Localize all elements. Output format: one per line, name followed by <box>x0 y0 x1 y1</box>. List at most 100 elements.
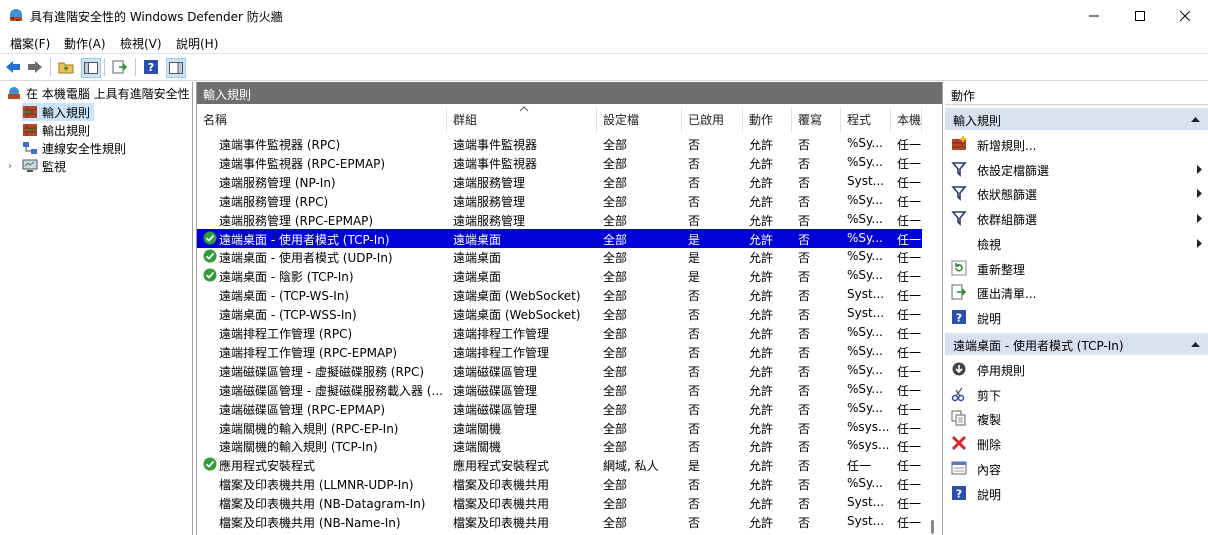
action-item-label: 說明 <box>977 487 1002 502</box>
column-header-name[interactable]: 名稱 <box>197 108 447 132</box>
menu-action[interactable]: 動作(A) <box>64 35 106 52</box>
action-item[interactable]: 內容 <box>945 456 1208 480</box>
help-button[interactable]: ? <box>142 58 160 76</box>
rules-pane-title: 輸入規則 <box>203 88 252 102</box>
forward-button[interactable] <box>26 58 44 76</box>
rule-group-cell: 遠端桌面 <box>453 270 502 285</box>
action-item[interactable]: 檢視 <box>945 231 1208 255</box>
tree-item-connection-security[interactable]: 連線安全性規則 <box>22 139 126 157</box>
close-button[interactable] <box>1162 0 1208 31</box>
rule-group-cell: 遠端排程工作管理 <box>453 345 550 360</box>
rule-override-cell: 否 <box>798 478 811 493</box>
rule-row[interactable]: 遠端桌面 - 使用者模式 (UDP-In) 遠端桌面 全部 是 允許 否 %Sy... 任一 <box>197 247 922 266</box>
rule-name-cell: 遠端關機的輸入規則 (RPC-EP-In) <box>219 421 399 436</box>
expand-chevron-icon[interactable]: › <box>8 161 22 172</box>
rule-name-cell: 應用程式安裝程式 <box>219 459 316 474</box>
rule-row[interactable]: 遠端桌面 - 陰影 (TCP-In) 遠端桌面 全部 是 允許 否 %Sy... 任一 <box>197 266 922 285</box>
rule-row[interactable]: 檔案及印表機共用 (LLMNR-UDP-In) 檔案及印表機共用 全部 否 允許 否 %Sy… <box>197 474 922 493</box>
minimize-button[interactable] <box>1071 0 1117 31</box>
tree-root[interactable]: 在 本機電腦 上具有進階安全性 <box>6 84 190 102</box>
menu-help[interactable]: 說明(H) <box>176 35 218 52</box>
rule-action-cell: 允許 <box>749 383 774 398</box>
action-item[interactable]: 依狀態篩選 <box>945 181 1208 205</box>
rule-enabled-cell: 否 <box>688 516 701 530</box>
action-item[interactable]: 依群組篩選 <box>945 206 1208 230</box>
rule-row[interactable]: 遠端關機的輸入規則 (TCP-In) 遠端關機 全部 否 允許 否 %sys... 任一 <box>197 436 922 455</box>
menu-file[interactable]: 檔案(F) <box>10 35 50 52</box>
rule-program-cell: %Sy... <box>847 343 883 358</box>
outbound-rules-icon <box>23 124 37 136</box>
connection-security-icon <box>23 142 37 154</box>
rule-action-cell: 允許 <box>749 156 774 171</box>
column-header-enabled[interactable]: 已啟用 <box>682 108 743 132</box>
rule-group-cell: 遠端桌面 (WebSocket) <box>453 289 581 304</box>
menu-view[interactable]: 檢視(V) <box>120 35 162 52</box>
rule-group-cell: 遠端桌面 (WebSocket) <box>453 308 581 323</box>
rule-profile-cell: 全部 <box>603 364 628 379</box>
action-item[interactable]: 依設定檔篩選 <box>945 157 1208 181</box>
rule-program-cell: %Sy... <box>847 325 883 339</box>
rule-enabled-cell: 否 <box>688 194 701 209</box>
tree-item-monitoring[interactable]: › 監視 <box>8 157 66 175</box>
rule-local-cell: 任一 <box>897 251 922 266</box>
rule-row[interactable]: 遠端事件監視器 (RPC) 遠端事件監視器 全部 否 允許 否 %Sy... 任一 <box>197 134 922 153</box>
action-item[interactable]: 新增規則... <box>945 132 1208 156</box>
rule-action-cell: 允許 <box>749 459 774 474</box>
column-header-override[interactable]: 覆寫 <box>792 108 841 132</box>
column-header-row: 名稱 群組 設定檔 已啟用 動作 覆寫 程式 本機... <box>197 106 922 132</box>
action-item[interactable]: 停用規則 <box>945 357 1208 381</box>
rule-row[interactable]: 遠端桌面 - (TCP-WS-In) 遠端桌面 (WebSocket) 全部 否 允許 否… <box>197 285 922 304</box>
up-folder-button[interactable] <box>57 58 75 76</box>
rule-enabled-cell: 否 <box>688 497 701 512</box>
column-header-program[interactable]: 程式 <box>841 108 891 132</box>
column-header-profile[interactable]: 設定檔 <box>597 108 682 132</box>
rule-local-cell: 任一 <box>897 327 922 341</box>
rule-row[interactable]: 遠端桌面 - (TCP-WSS-In) 遠端桌面 (WebSocket) 全部 否 允許… <box>197 304 922 323</box>
rule-enabled-cell: 否 <box>688 289 701 304</box>
rule-override-cell: 否 <box>798 364 811 379</box>
rule-program-cell: %Sy... <box>847 154 883 169</box>
scrollbar-thumb[interactable] <box>931 520 934 534</box>
tree-item-label: 監視 <box>42 159 67 174</box>
tree-item-label: 連線安全性規則 <box>42 141 127 156</box>
filter-icon <box>951 186 967 202</box>
rule-row[interactable]: 遠端磁碟區管理 - 虛擬磁碟服務載入器 (... 遠端磁碟區管理 全部 否 允許 否 %Sy… <box>197 380 922 399</box>
action-item-label: 新增規則... <box>977 139 1037 153</box>
show-hide-tree-button[interactable] <box>81 58 101 78</box>
rule-row[interactable]: 遠端磁碟區管理 (RPC-EPMAP) 遠端磁碟區管理 全部 否 允許 否 %Sy... 任一 <box>197 399 922 418</box>
action-item[interactable]: 刪除 <box>945 431 1208 455</box>
rule-row[interactable]: 遠端服務管理 (NP-In) 遠端服務管理 全部 否 允許 否 Syst... 任一 <box>197 172 922 191</box>
vertical-scrollbar[interactable] <box>926 108 940 535</box>
rule-row[interactable]: 檔案及印表機共用 (NB-Datagram-In) 檔案及印表機共用 全部 否 允許 否 S… <box>197 493 922 512</box>
rule-enabled-check-icon <box>203 249 217 263</box>
rule-row[interactable]: 檔案及印表機共用 (NB-Name-In) 檔案及印表機共用 全部 否 允許 否 Syst.… <box>197 512 922 531</box>
action-item-label: 剪下 <box>977 388 1002 403</box>
back-button[interactable] <box>4 58 22 76</box>
action-item[interactable]: 剪下 <box>945 382 1208 406</box>
rule-row[interactable]: 遠端桌面 - 使用者模式 (TCP-In) 遠端桌面 全部 是 允許 否 %Sy... 任一 <box>197 228 922 248</box>
tree-item-outbound-rules[interactable]: 輸出規則 <box>22 121 90 139</box>
column-header-action[interactable]: 動作 <box>743 108 792 132</box>
action-item[interactable]: 重新整理 <box>945 256 1208 280</box>
rules-pane-header: 輸入規則 <box>197 82 942 104</box>
column-header-local[interactable]: 本機... <box>891 108 922 132</box>
action-item[interactable]: 匯出清單... <box>945 280 1208 304</box>
rule-row[interactable]: 遠端排程工作管理 (RPC) 遠端排程工作管理 全部 否 允許 否 %Sy... 任一 <box>197 323 922 342</box>
rule-row[interactable]: 遠端磁碟區管理 - 虛擬磁碟服務 (RPC) 遠端磁碟區管理 全部 否 允許 否 %Sy..… <box>197 361 922 380</box>
maximize-button[interactable] <box>1117 0 1163 31</box>
action-item[interactable]: 複製 <box>945 406 1208 430</box>
show-action-pane-button[interactable] <box>166 58 186 78</box>
action-item[interactable]: ? 說明 <box>945 305 1208 329</box>
rule-row[interactable]: 遠端關機的輸入規則 (RPC-EP-In) 遠端關機 全部 否 允許 否 %sys... 任一 <box>197 418 922 437</box>
actions-section-selected-header[interactable]: 遠端桌面 - 使用者模式 (TCP-In) <box>945 333 1208 355</box>
rule-row[interactable]: 遠端服務管理 (RPC-EPMAP) 遠端服務管理 全部 否 允許 否 %Sy... 任一 <box>197 210 922 229</box>
action-item[interactable]: ? 說明 <box>945 481 1208 505</box>
rule-row[interactable]: 應用程式安裝程式 應用程式安裝程式 網域, 私人 是 允許 否 任一 任一 <box>197 455 922 474</box>
rule-row[interactable]: 遠端排程工作管理 (RPC-EPMAP) 遠端排程工作管理 全部 否 允許 否 %Sy...… <box>197 342 922 361</box>
tree-item-inbound-rules[interactable]: 輸入規則 <box>22 103 95 121</box>
rule-row[interactable]: 遠端服務管理 (RPC) 遠端服務管理 全部 否 允許 否 %Sy... 任一 <box>197 191 922 210</box>
rule-row[interactable]: 遠端事件監視器 (RPC-EPMAP) 遠端事件監視器 全部 否 允許 否 %Sy... 任一 <box>197 153 922 172</box>
export-button[interactable] <box>111 58 129 76</box>
actions-section-inbound-header[interactable]: 輸入規則 <box>945 108 1208 130</box>
svg-text:?: ? <box>956 487 962 500</box>
